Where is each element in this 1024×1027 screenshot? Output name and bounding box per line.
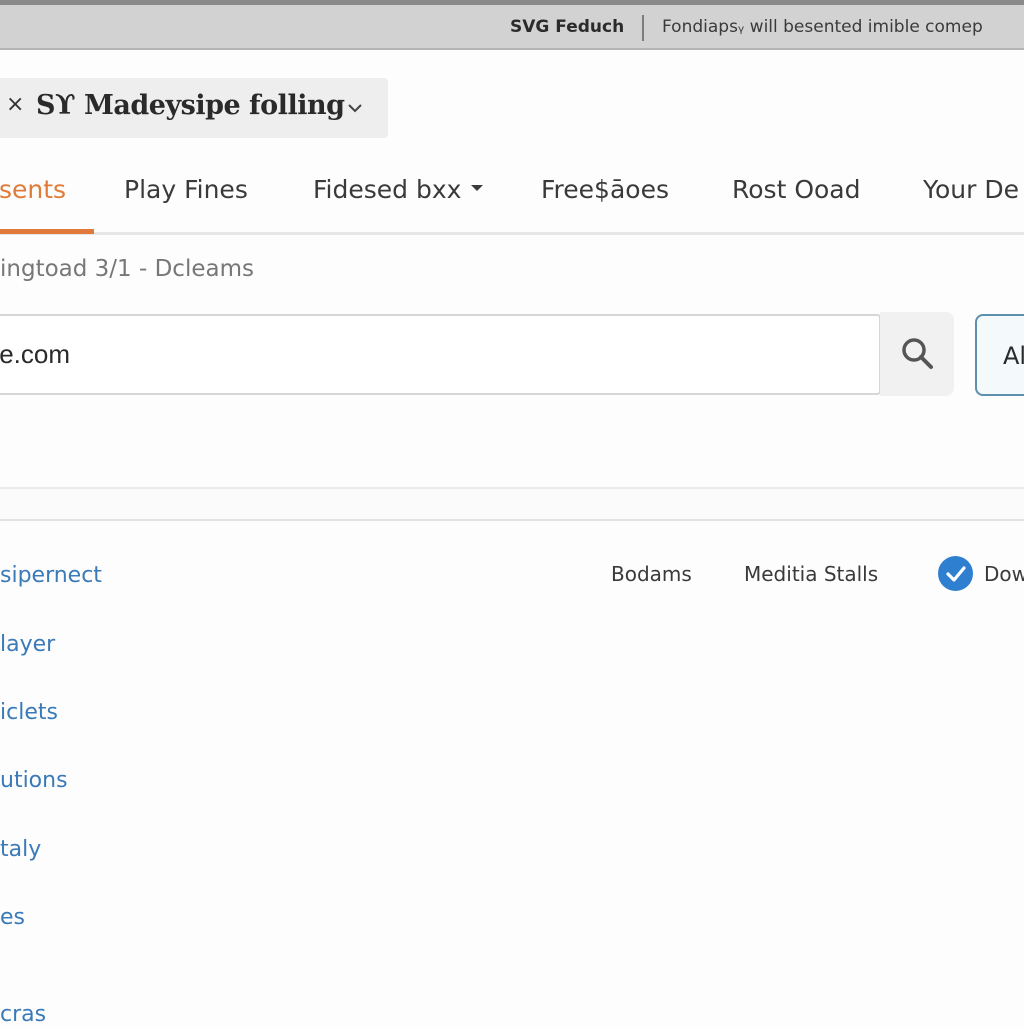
close-icon[interactable]: × (6, 92, 24, 117)
list-item[interactable]: iclets (0, 700, 58, 725)
alt-button-label: Al (1003, 342, 1024, 370)
checkbox-dow-label: Dow (984, 562, 1024, 586)
list-item[interactable]: es (0, 905, 25, 930)
search-input[interactable] (0, 316, 879, 393)
nav-tabs: sents Play Fines Fidesed bxx Free$āoes R… (0, 155, 1024, 235)
section-divider (0, 487, 1024, 521)
search-field[interactable] (0, 314, 881, 395)
top-bar-separator (642, 15, 644, 41)
list-item[interactable]: cras (0, 1002, 46, 1027)
list-item[interactable]: layer (0, 632, 55, 657)
tab-fidesed-bxx[interactable]: Fidesed bxx (313, 175, 484, 204)
checkmark-icon (938, 556, 973, 591)
list-item[interactable]: sipernect (0, 563, 102, 588)
top-bar-status-text: Fondiapsᵧ will besented imible comep (662, 17, 983, 37)
browser-tab-title: Sϒ Madeysipe folling (36, 90, 345, 121)
tab-free-shoes[interactable]: Free$āoes (541, 175, 669, 204)
page-subtitle: ingtoad 3/1 - Dcleams (0, 256, 254, 282)
filter-meditia-stalls[interactable]: Meditia Stalls (744, 562, 878, 586)
caret-down-icon (471, 185, 484, 191)
search-icon (902, 338, 933, 369)
tab-fidesed-bxx-label: Fidesed bxx (313, 175, 462, 204)
chevron-down-icon[interactable] (345, 98, 365, 118)
tab-play-fines[interactable]: Play Fines (124, 175, 248, 204)
app-name: SVG Feduch (510, 17, 625, 37)
filter-bodams[interactable]: Bodams (611, 562, 692, 586)
list-item[interactable]: utions (0, 768, 68, 793)
browser-tab[interactable]: × Sϒ Madeysipe folling (0, 78, 388, 138)
alt-button[interactable]: Al (975, 314, 1024, 396)
checkbox-dow[interactable]: Dow (938, 556, 1024, 592)
active-tab-indicator (0, 229, 94, 234)
top-bar: SVG Feduch Fondiapsᵧ will besented imibl… (0, 0, 1024, 50)
list-item[interactable]: taly (0, 837, 41, 862)
tab-your-de[interactable]: Your De (923, 175, 1019, 204)
tab-rost-ooad[interactable]: Rost Ooad (732, 175, 860, 204)
search-button[interactable] (880, 312, 954, 396)
tab-sents[interactable]: sents (0, 175, 66, 204)
